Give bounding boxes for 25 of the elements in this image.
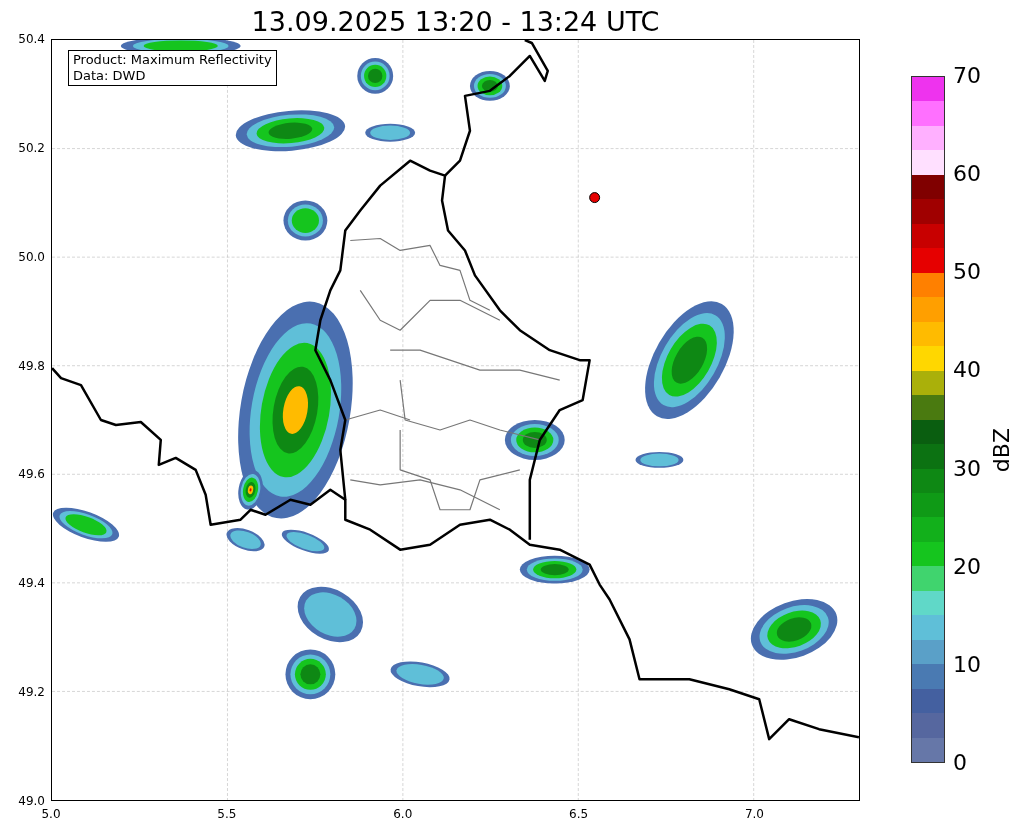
y-axis-tick-label: 49.8 bbox=[18, 358, 45, 373]
chart-title: 13.09.2025 13:20 - 13:24 UTC bbox=[250, 5, 661, 39]
x-axis-tick-label: 5.5 bbox=[217, 806, 237, 823]
colorbar-tick-label: 10 bbox=[953, 652, 981, 677]
y-axis-tick-label: 49.6 bbox=[18, 467, 45, 482]
y-axis-tick-label: 50.4 bbox=[18, 32, 45, 46]
colorbar-tick-label: 0 bbox=[953, 751, 967, 775]
x-axis-tick-label: 5.0 bbox=[41, 806, 61, 823]
colorbar-tick-label: 60 bbox=[953, 162, 981, 187]
colorbar-tick-label: 70 bbox=[953, 64, 981, 88]
colorbar-tick-label: 40 bbox=[953, 358, 981, 383]
y-axis-tick-label: 50.2 bbox=[18, 140, 45, 155]
y-axis-tick-label: 49.4 bbox=[18, 576, 45, 591]
colorbar-tick-label: 50 bbox=[953, 260, 981, 285]
colorbar-tick-label: 30 bbox=[953, 456, 981, 481]
legend-text: Product: Maximum Reflectivity bbox=[73, 52, 272, 68]
y-axis-tick-label: 50.0 bbox=[18, 249, 45, 264]
x-axis-tick-label: 7.0 bbox=[744, 806, 764, 823]
colorbar-tick-label: 20 bbox=[953, 554, 981, 579]
legend-text: Data: DWD bbox=[73, 68, 147, 84]
x-axis-tick-label: 6.0 bbox=[393, 806, 413, 823]
y-axis-tick-label: 49.0 bbox=[18, 794, 45, 808]
y-axis-tick-label: 49.2 bbox=[18, 685, 45, 700]
colorbar-label: dBZ bbox=[989, 428, 1015, 473]
x-axis-tick-label: 6.5 bbox=[569, 806, 589, 823]
